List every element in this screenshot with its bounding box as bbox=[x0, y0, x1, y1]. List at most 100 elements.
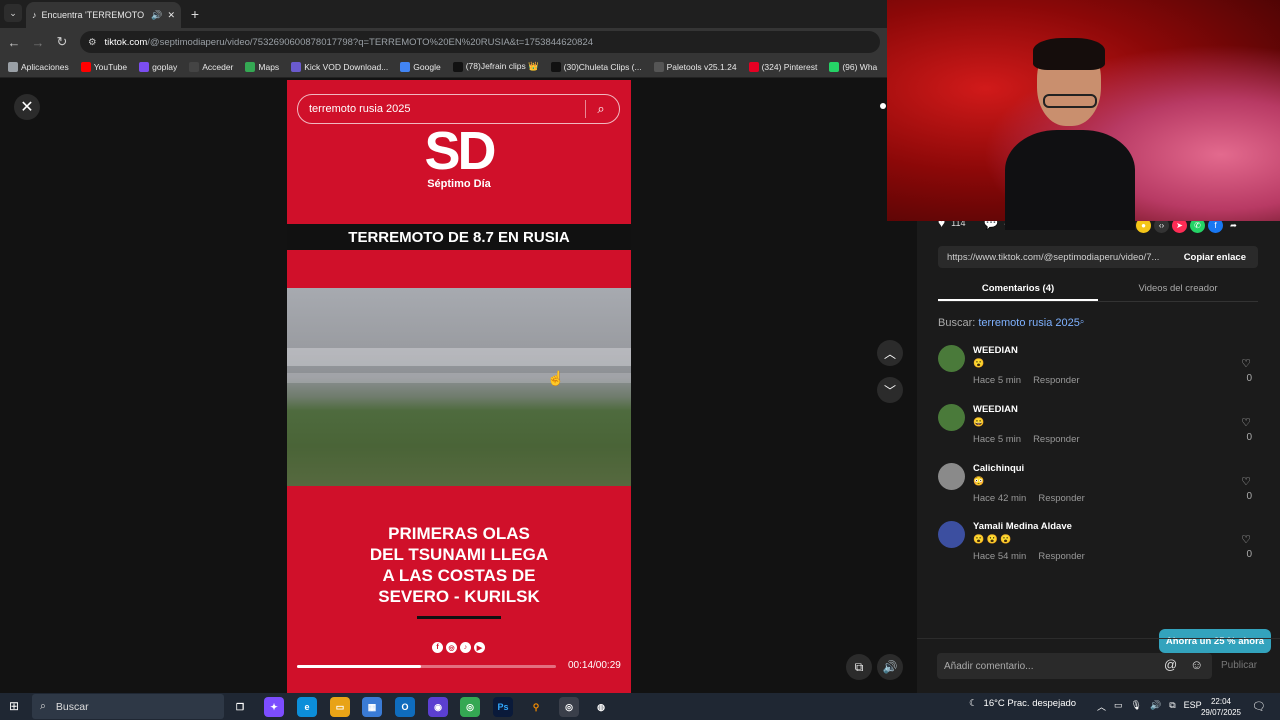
comment-like-count: 0 bbox=[1246, 373, 1252, 384]
avatar[interactable] bbox=[938, 345, 965, 372]
tab-list-chevron-icon[interactable]: ⌄ bbox=[4, 4, 22, 22]
progress-fill bbox=[297, 665, 422, 668]
bookmark-item[interactable]: Kick VOD Download... bbox=[291, 61, 388, 72]
reply-button[interactable]: Responder bbox=[1038, 493, 1084, 504]
url-field[interactable]: ⚙ tiktok.com/@septimodiaperu/video/75326… bbox=[80, 31, 880, 53]
microphone-icon[interactable]: 🎙 bbox=[1131, 700, 1142, 713]
outlook-icon[interactable]: O bbox=[395, 697, 415, 717]
comment-time: Hace 42 min bbox=[973, 493, 1027, 504]
volume-icon[interactable]: 🔊 bbox=[877, 654, 903, 680]
bookmark-item[interactable]: Acceder bbox=[189, 61, 233, 72]
task-view-icon[interactable]: ❐ bbox=[230, 697, 250, 717]
streamer-hoodie bbox=[1005, 130, 1135, 230]
bookmark-item[interactable]: (30)Chuleta Clips (... bbox=[550, 61, 642, 72]
bookmark-item[interactable]: (78)Jefrain clips 👑 bbox=[452, 61, 539, 72]
copy-link-button[interactable]: Copiar enlace bbox=[1172, 246, 1258, 268]
channel-logo-subtitle: Séptimo Día bbox=[427, 178, 491, 190]
heart-outline-icon[interactable]: ♡ bbox=[1239, 357, 1253, 370]
emoji-icon[interactable]: ☺ bbox=[1190, 657, 1203, 672]
obs-icon[interactable]: ◍ bbox=[591, 697, 611, 717]
heart-outline-icon[interactable]: ♡ bbox=[1239, 533, 1253, 546]
edge-icon[interactable]: e bbox=[297, 697, 317, 717]
reply-button[interactable]: Responder bbox=[1033, 375, 1079, 386]
bookmark-item[interactable]: (324) Pinterest bbox=[748, 61, 817, 72]
tab-close-icon[interactable]: ✕ bbox=[167, 10, 175, 21]
heart-outline-icon[interactable]: ♡ bbox=[1239, 475, 1253, 488]
comment-author[interactable]: WEEDIAN bbox=[973, 404, 1018, 415]
streamer-hair bbox=[1033, 38, 1105, 70]
notifications-icon[interactable]: 🗨 bbox=[1252, 700, 1266, 713]
comment-author[interactable]: Yamali Medina Aldave bbox=[973, 521, 1072, 532]
comment-like-count: 0 bbox=[1246, 491, 1252, 502]
heart-outline-icon[interactable]: ♡ bbox=[1239, 416, 1253, 429]
picture-in-picture-icon[interactable]: ⧉ bbox=[846, 654, 872, 680]
url-host: tiktok.com bbox=[104, 36, 148, 48]
comment-time: Hace 5 min bbox=[973, 434, 1022, 445]
facebook-icon: f bbox=[432, 642, 443, 653]
avatar[interactable] bbox=[938, 521, 965, 548]
close-icon[interactable]: ✕ bbox=[14, 94, 40, 120]
bookmark-item[interactable]: Aplicaciones bbox=[8, 61, 69, 72]
weather-widget[interactable]: ☾ 16°C Prac. despejado bbox=[969, 698, 1076, 709]
comment-author[interactable]: WEEDIAN bbox=[973, 345, 1018, 356]
bookmark-item[interactable]: goplay bbox=[139, 61, 178, 72]
chrome-icon[interactable]: ◎ bbox=[460, 697, 480, 717]
bookmark-label: Maps bbox=[258, 61, 280, 72]
whatsapp-icon bbox=[829, 61, 840, 72]
network-icon[interactable]: ⧉ bbox=[1169, 700, 1175, 713]
bookmark-item[interactable]: Maps bbox=[245, 61, 280, 72]
bookmark-item[interactable]: Paletools v25.1.24 bbox=[653, 61, 737, 72]
clock-date: 29/07/2025 bbox=[1200, 708, 1242, 717]
publish-button[interactable]: Publicar bbox=[1221, 660, 1257, 671]
comment-item: Yamali Medina Aldave 😮 😮 😮 Hace 54 min Resp… bbox=[938, 521, 1258, 577]
avatar[interactable] bbox=[938, 404, 965, 431]
tab-comments[interactable]: Comentarios (4) bbox=[938, 278, 1098, 301]
copilot-icon[interactable]: ✦ bbox=[264, 697, 284, 717]
bookmark-label: goplay bbox=[152, 61, 178, 72]
forward-arrow-icon[interactable]: → bbox=[29, 33, 47, 51]
reload-icon[interactable]: ↻ bbox=[53, 33, 71, 51]
browser-tab[interactable]: ♪ Encuentra 'TERREMOTO EN 🔊 ✕ bbox=[26, 2, 181, 28]
discord-icon[interactable]: ◉ bbox=[428, 697, 448, 717]
taskbar-search-label: Buscar bbox=[55, 700, 89, 713]
kick-icon bbox=[291, 61, 302, 72]
taskbar-search[interactable]: ⌕ Buscar bbox=[32, 694, 224, 719]
reply-button[interactable]: Responder bbox=[1033, 434, 1079, 445]
bookmark-label: (96) Wha bbox=[842, 61, 878, 72]
next-video-chevron-down-icon[interactable]: ﹀ bbox=[877, 377, 903, 403]
comment-like-count: 0 bbox=[1246, 432, 1252, 443]
mention-at-icon[interactable]: @ bbox=[1164, 657, 1177, 672]
back-arrow-icon[interactable]: ← bbox=[5, 33, 23, 51]
search-tool-icon[interactable]: ⚲ bbox=[526, 697, 546, 717]
more-options-icon[interactable] bbox=[880, 103, 886, 109]
speaker-icon[interactable]: 🔊 bbox=[1150, 700, 1161, 713]
chrome-active-icon[interactable]: ◎ bbox=[559, 697, 579, 717]
reply-button[interactable]: Responder bbox=[1038, 551, 1084, 562]
tray-chevron-icon[interactable]: ︿ bbox=[1097, 700, 1106, 713]
windows-start-icon[interactable]: ⊞ bbox=[9, 699, 19, 713]
photoshop-icon[interactable]: Ps bbox=[493, 697, 513, 717]
audio-playing-icon[interactable]: 🔊 bbox=[151, 10, 162, 21]
avatar[interactable] bbox=[938, 463, 965, 490]
new-tab-button[interactable]: + bbox=[186, 5, 204, 23]
bookmark-item[interactable]: YouTube bbox=[80, 61, 127, 72]
search-icon[interactable]: ⌕ bbox=[592, 100, 610, 118]
previous-video-chevron-up-icon[interactable]: ︿ bbox=[877, 340, 903, 366]
bookmark-label: Google bbox=[413, 61, 441, 72]
file-explorer-icon[interactable]: ▭ bbox=[330, 697, 350, 717]
site-info-icon[interactable]: ⚙ bbox=[88, 37, 97, 48]
comment-author[interactable]: Calichinqui bbox=[973, 463, 1024, 474]
search-suggestion-prefix: Buscar: bbox=[938, 317, 976, 329]
social-icons: f ◎ ♪ ▶ bbox=[432, 642, 485, 653]
video-headline: TERREMOTO DE 8.7 EN RUSIA bbox=[287, 224, 631, 250]
search-suggestion-link[interactable]: terremoto rusia 2025 bbox=[978, 317, 1080, 329]
bookmark-item[interactable]: Google bbox=[400, 61, 441, 72]
bookmark-item[interactable]: (96) Wha bbox=[829, 61, 878, 72]
share-link-text[interactable]: https://www.tiktok.com/@septimodiaperu/v… bbox=[938, 252, 1172, 263]
tab-creator-videos[interactable]: Videos del creador bbox=[1098, 278, 1258, 301]
taskbar-clock[interactable]: 22:04 29/07/2025 bbox=[1198, 696, 1244, 718]
battery-icon[interactable]: ▭ bbox=[1114, 700, 1123, 713]
video-search-input[interactable]: terremoto rusia 2025 bbox=[297, 94, 620, 124]
comment-text: 😮 😮 😮 bbox=[973, 534, 1012, 544]
store-icon[interactable]: ▦ bbox=[362, 697, 382, 717]
